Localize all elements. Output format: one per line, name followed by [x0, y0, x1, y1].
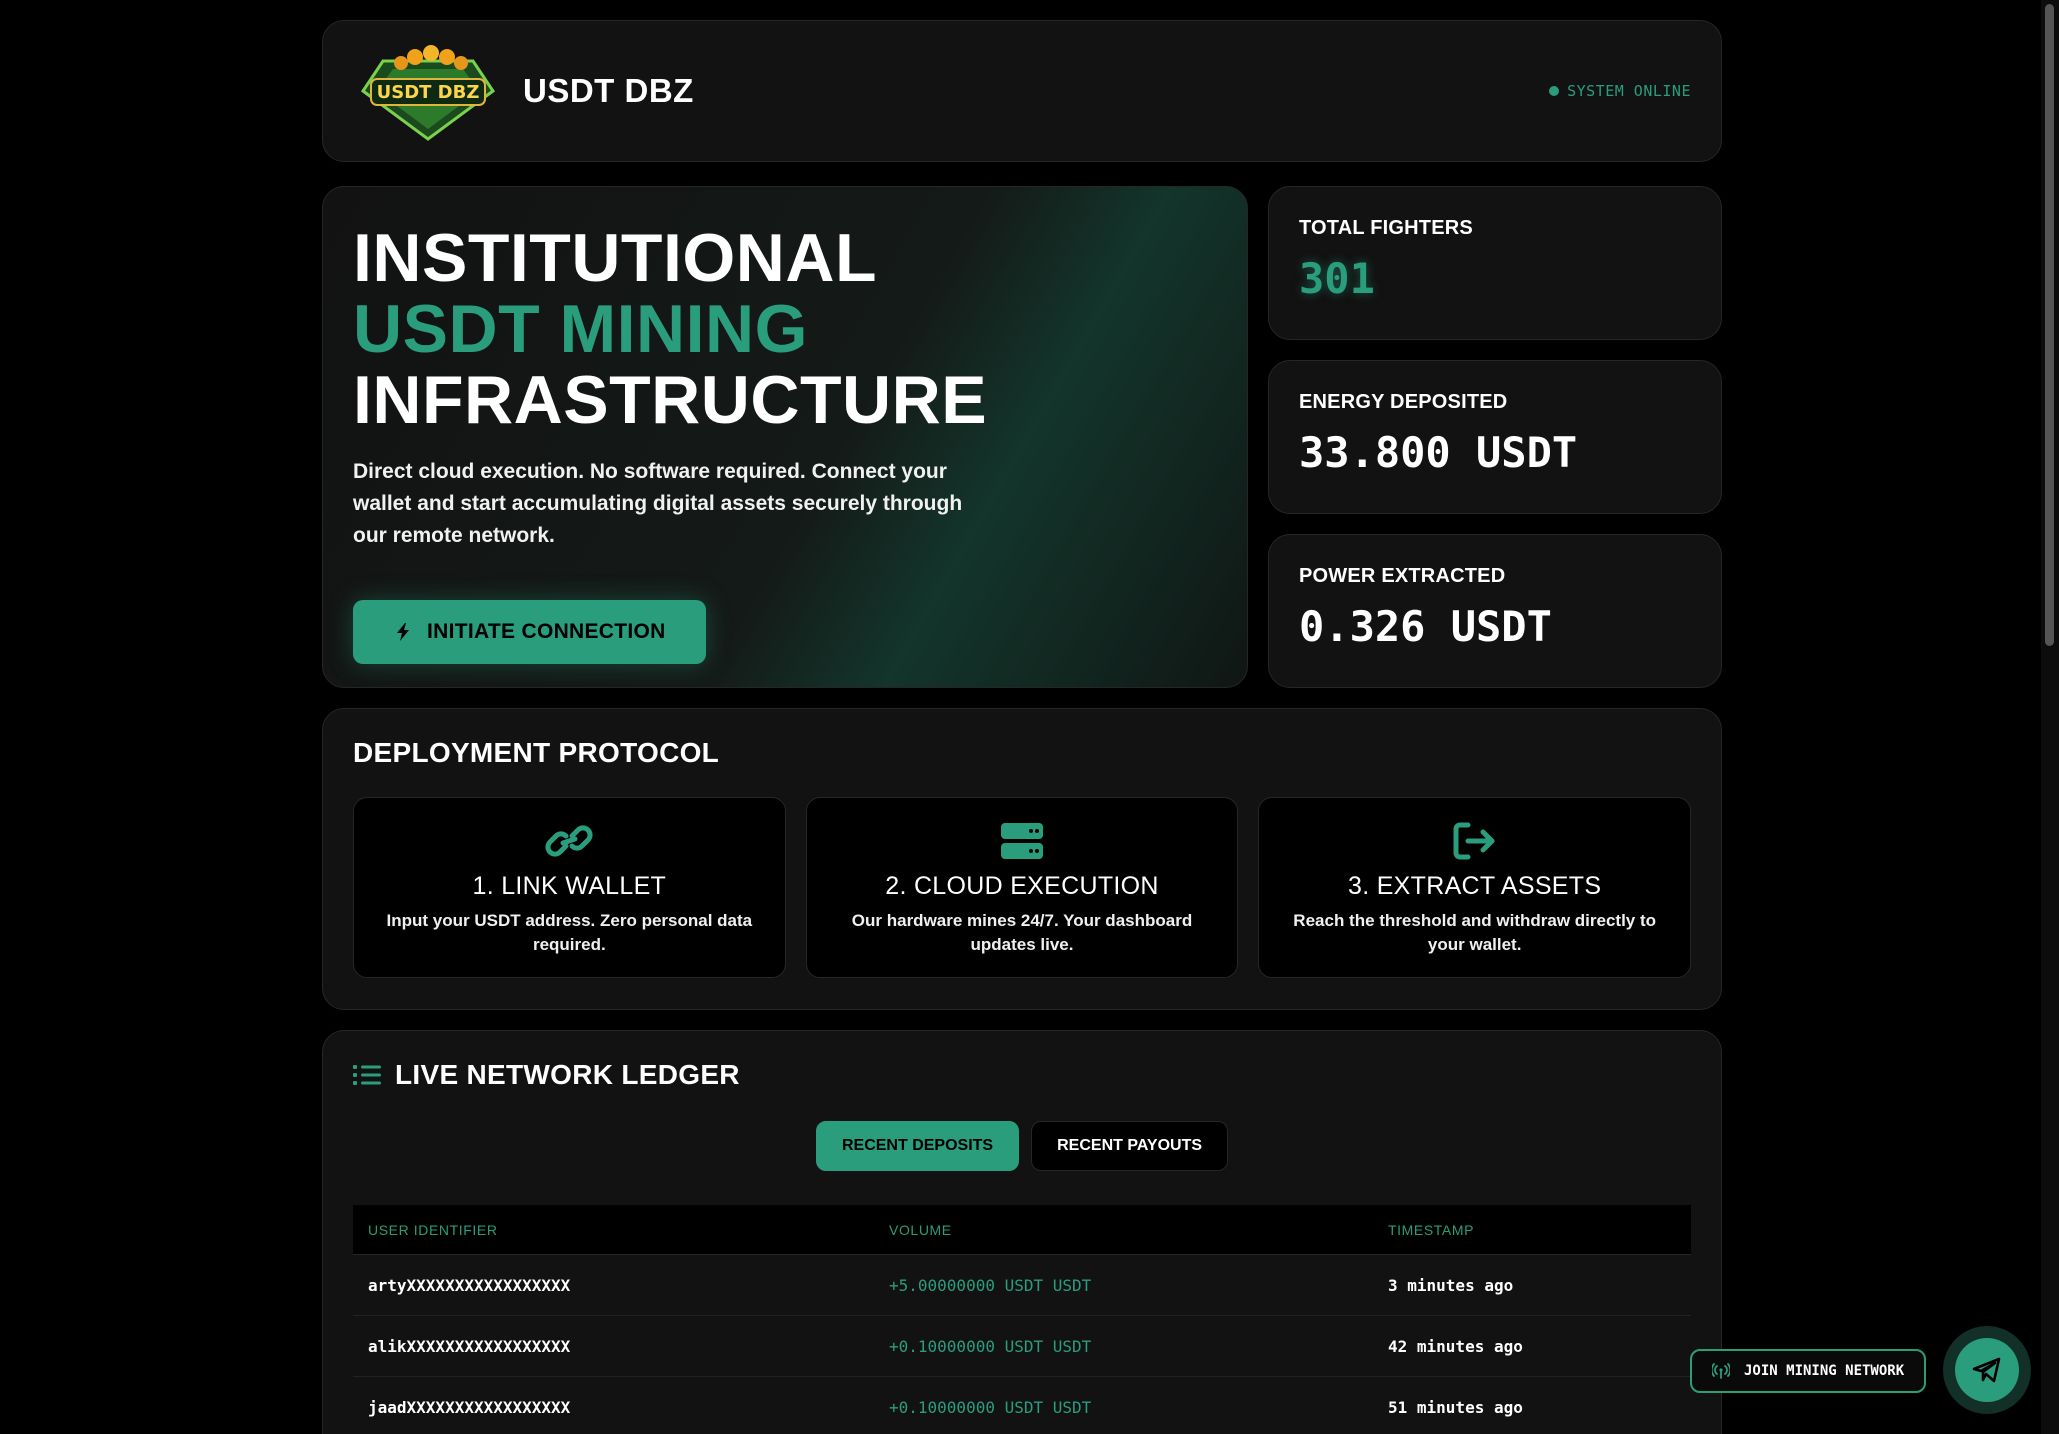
cell-timestamp: 3 minutes ago: [1388, 1275, 1514, 1295]
server-icon: [1001, 823, 1043, 859]
status-dot-icon: [1549, 86, 1560, 96]
initiate-connection-button[interactable]: INITIATE CONNECTION: [353, 600, 706, 664]
step-description: Input your USDT address. Zero personal d…: [386, 911, 753, 954]
page-scrollbar[interactable]: [2041, 0, 2059, 1434]
hero-line-3: INFRASTRUCTURE: [353, 362, 988, 438]
brand-logo[interactable]: USDT DBZ: [353, 41, 503, 141]
page: USDT DBZ USDT DBZ SYSTEM ONLINE INSTITUT…: [322, 20, 1722, 1434]
ledger-table: USER IDENTIFIER VOLUME TIMESTAMP artyXXX…: [353, 1205, 1691, 1434]
tab-recent-payouts[interactable]: RECENT PAYOUTS: [1031, 1121, 1229, 1171]
tab-recent-deposits[interactable]: RECENT DEPOSITS: [815, 1121, 1020, 1171]
exit-icon: [1453, 822, 1495, 860]
bolt-icon: [397, 623, 409, 641]
live-network-ledger-section: LIVE NETWORK LEDGER RECENT DEPOSITS RECE…: [322, 1030, 1722, 1434]
stat-label: ENERGY DEPOSITED: [1299, 391, 1508, 413]
column-header-volume: VOLUME: [889, 1221, 952, 1238]
stat-label: TOTAL FIGHTERS: [1299, 217, 1473, 239]
step-description: Our hardware mines 24/7. Your dashboard …: [851, 911, 1193, 954]
step-title: 1. LINK WALLET: [472, 872, 667, 900]
logo-text: USDT DBZ: [377, 82, 480, 103]
hero-row: INSTITUTIONAL USDT MINING INFRASTRUCTURE…: [322, 186, 1722, 688]
ledger-tabs: RECENT DEPOSITS RECENT PAYOUTS: [353, 1121, 1691, 1171]
step-title: 3. EXTRACT ASSETS: [1348, 872, 1602, 900]
stat-total-fighters: TOTAL FIGHTERS 301: [1268, 186, 1722, 340]
ledger-title: LIVE NETWORK LEDGER: [353, 1059, 1691, 1091]
column-header-timestamp: TIMESTAMP: [1388, 1221, 1475, 1238]
deployment-protocol-section: DEPLOYMENT PROTOCOL 1. LINK WALLET Input…: [322, 708, 1722, 1010]
step-description: Reach the threshold and withdraw directl…: [1293, 911, 1657, 954]
ledger-title-text: LIVE NETWORK LEDGER: [395, 1059, 740, 1090]
telegram-icon: [1955, 1338, 2019, 1402]
protocol-steps: 1. LINK WALLET Input your USDT address. …: [353, 797, 1692, 978]
stat-value: 301: [1299, 254, 1375, 303]
stat-value: 33.800 USDT: [1299, 428, 1578, 477]
initiate-connection-label: INITIATE CONNECTION: [427, 620, 666, 643]
list-icon: [353, 1065, 381, 1085]
step-link-wallet: 1. LINK WALLET Input your USDT address. …: [353, 797, 786, 978]
system-status: SYSTEM ONLINE: [1549, 82, 1691, 100]
section-title: DEPLOYMENT PROTOCOL: [353, 737, 720, 768]
cell-user: alikXXXXXXXXXXXXXXXXX: [368, 1336, 571, 1356]
join-mining-network-label: JOIN MINING NETWORK: [1744, 1363, 1905, 1379]
hero-panel: INSTITUTIONAL USDT MINING INFRASTRUCTURE…: [322, 186, 1248, 688]
cell-user: artyXXXXXXXXXXXXXXXXX: [368, 1275, 571, 1295]
step-cloud-execution: 2. CLOUD EXECUTION Our hardware mines 24…: [805, 797, 1239, 978]
stat-label: POWER EXTRACTED: [1299, 565, 1506, 587]
site-header: USDT DBZ USDT DBZ SYSTEM ONLINE: [322, 20, 1722, 162]
table-row: artyXXXXXXXXXXXXXXXXX +5.00000000 USDT U…: [353, 1255, 1691, 1316]
brand-name: USDT DBZ: [523, 72, 694, 109]
hero-description: Direct cloud execution. No software requ…: [353, 460, 963, 547]
cell-timestamp: 42 minutes ago: [1388, 1336, 1523, 1356]
cell-timestamp: 51 minutes ago: [1388, 1397, 1523, 1417]
table-header: USER IDENTIFIER VOLUME TIMESTAMP: [353, 1205, 1691, 1255]
link-icon: [545, 825, 593, 857]
cell-volume: +0.10000000 USDT USDT: [889, 1336, 1092, 1356]
stat-value: 0.326 USDT: [1299, 602, 1552, 651]
stat-energy-deposited: ENERGY DEPOSITED 33.800 USDT: [1268, 360, 1722, 514]
join-mining-network-button[interactable]: JOIN MINING NETWORK: [1690, 1349, 1927, 1393]
table-row: alikXXXXXXXXXXXXXXXXX +0.10000000 USDT U…: [353, 1316, 1691, 1377]
column-header-user: USER IDENTIFIER: [368, 1221, 498, 1238]
hero-line-2: USDT MINING: [353, 291, 809, 367]
step-title: 2. CLOUD EXECUTION: [885, 872, 1159, 900]
table-row: jaadXXXXXXXXXXXXXXXXX +0.10000000 USDT U…: [353, 1377, 1691, 1434]
hero-headline: INSTITUTIONAL USDT MINING INFRASTRUCTURE: [353, 223, 1217, 436]
stat-power-extracted: POWER EXTRACTED 0.326 USDT: [1268, 534, 1722, 688]
cell-user: jaadXXXXXXXXXXXXXXXXX: [368, 1397, 571, 1417]
scrollbar-thumb[interactable]: [2045, 4, 2054, 646]
antenna-icon: [1712, 1363, 1730, 1379]
telegram-button[interactable]: [1943, 1326, 2031, 1414]
hero-line-1: INSTITUTIONAL: [353, 220, 878, 296]
step-extract-assets: 3. EXTRACT ASSETS Reach the threshold an…: [1258, 797, 1692, 978]
system-status-label: SYSTEM ONLINE: [1567, 82, 1691, 100]
stats-column: TOTAL FIGHTERS 301 ENERGY DEPOSITED 33.8…: [1268, 186, 1722, 688]
cell-volume: +0.10000000 USDT USDT: [889, 1397, 1092, 1417]
cell-volume: +5.00000000 USDT USDT: [889, 1275, 1092, 1295]
